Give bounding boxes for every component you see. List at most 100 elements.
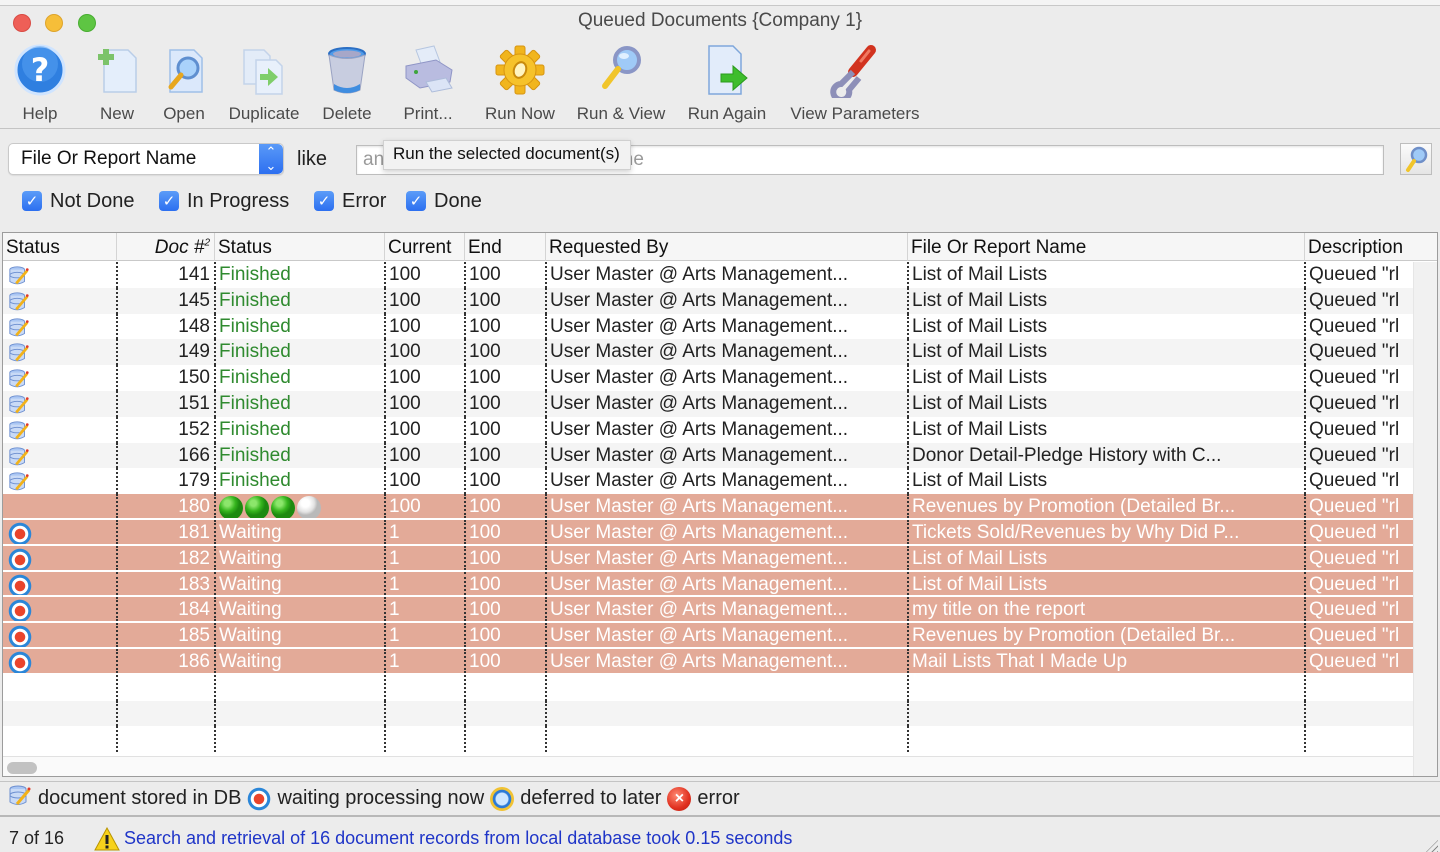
search-button[interactable] <box>1400 143 1432 175</box>
cell-description: Queued "rl <box>1304 442 1413 469</box>
print-button[interactable]: Print... <box>398 42 458 126</box>
database-pencil-icon <box>8 368 30 390</box>
cell-current: 100 <box>384 262 464 288</box>
cell-description: Queued "rl <box>1304 545 1413 570</box>
table-row[interactable]: 145 Finished 100 100 User Master @ Arts Mana… <box>3 287 1413 314</box>
queued-documents-window: Queued Documents {Company 1} ? Help New … <box>0 6 1440 852</box>
cell-file: Revenues by Promotion (Detailed Br... <box>907 623 1304 647</box>
column-header-description[interactable]: Description <box>1304 233 1437 261</box>
checkbox-done[interactable]: ✓ Done <box>406 189 482 213</box>
legend-bar: document stored in DB waiting processing… <box>0 781 1440 817</box>
table-row[interactable]: 183 Waiting 1 100 User Master @ Arts Managem… <box>3 571 1413 598</box>
table-row[interactable]: 182 Waiting 1 100 User Master @ Arts Managem… <box>3 545 1413 572</box>
status-bar: 7 of 16 Search and retrieval of 16 docum… <box>0 819 1440 852</box>
cell-file: List of Mail Lists <box>907 571 1304 596</box>
table-row[interactable]: 180 100 100 User Master @ Arts Management..… <box>3 494 1413 520</box>
resize-grip[interactable] <box>1422 840 1438 852</box>
table-row[interactable]: 141 Finished 100 100 User Master @ Arts Mana… <box>3 262 1413 288</box>
table-row[interactable]: 148 Finished 100 100 User Master @ Arts Mana… <box>3 313 1413 340</box>
status-message: Search and retrieval of 16 document reco… <box>124 828 793 848</box>
cell-current: 100 <box>384 416 464 443</box>
empty-table-row <box>3 726 1413 753</box>
documents-table: Status Doc #2 Status Current End Request… <box>2 232 1438 777</box>
column-header-file[interactable]: File Or Report Name <box>907 233 1304 261</box>
status-icon-cell <box>3 494 116 518</box>
progress-dot-pending <box>297 496 321 518</box>
cell-requested-by: User Master @ Arts Management... <box>545 571 907 596</box>
column-header-status[interactable]: Status <box>214 233 384 261</box>
run-again-button[interactable]: Run Again <box>684 42 770 126</box>
empty-cell <box>907 700 1304 727</box>
table-row[interactable]: 151 Finished 100 100 User Master @ Arts Mana… <box>3 390 1413 417</box>
cell-status: Finished <box>214 442 384 469</box>
table-row[interactable]: 186 Waiting 1 100 User Master @ Arts Managem… <box>3 648 1413 675</box>
table-row[interactable]: 149 Finished 100 100 User Master @ Arts Mana… <box>3 339 1413 366</box>
table-row[interactable]: 179 Finished 100 100 User Master @ Arts Mana… <box>3 468 1413 495</box>
checkbox-error[interactable]: ✓ Error <box>314 189 386 213</box>
status-icon-cell <box>3 546 116 570</box>
table-row[interactable]: 185 Waiting 1 100 User Master @ Arts Managem… <box>3 623 1413 649</box>
column-header-end[interactable]: End <box>464 233 545 261</box>
cell-end: 100 <box>464 390 545 417</box>
duplicate-button[interactable]: Duplicate <box>224 42 304 126</box>
cell-file: my title on the report <box>907 597 1304 622</box>
help-button[interactable]: ? Help <box>12 42 68 126</box>
printer-icon <box>400 42 456 98</box>
empty-cell <box>464 700 545 727</box>
table-row[interactable]: 150 Finished 100 100 User Master @ Arts Mana… <box>3 365 1413 391</box>
empty-cell <box>545 700 907 727</box>
empty-cell <box>116 726 214 753</box>
empty-cell <box>464 674 545 701</box>
column-header-requested-by[interactable]: Requested By <box>545 233 907 261</box>
cell-status: Finished <box>214 468 384 495</box>
field-select[interactable]: File Or Report Name ⌃ ⌄ <box>8 143 284 175</box>
cell-file: List of Mail Lists <box>907 339 1304 366</box>
scrollbar-thumb[interactable] <box>7 762 37 774</box>
table-row[interactable]: 184 Waiting 1 100 User Master @ Arts Managem… <box>3 597 1413 624</box>
help-icon: ? <box>12 42 68 98</box>
cell-end: 100 <box>464 339 545 366</box>
cell-description: Queued "rl <box>1304 571 1413 596</box>
database-pencil-icon <box>8 446 30 468</box>
cell-file: List of Mail Lists <box>907 313 1304 340</box>
vertical-scrollbar[interactable] <box>1413 262 1437 776</box>
open-button[interactable]: Open <box>158 42 210 126</box>
column-header-doc[interactable]: Doc #2 <box>116 233 214 261</box>
cell-status: Finished <box>214 262 384 288</box>
delete-button[interactable]: Delete <box>318 42 376 126</box>
cell-current: 100 <box>384 442 464 469</box>
table-row[interactable]: 166 Finished 100 100 User Master @ Arts Mana… <box>3 442 1413 469</box>
cell-current: 1 <box>384 545 464 570</box>
table-row[interactable]: 152 Finished 100 100 User Master @ Arts Mana… <box>3 416 1413 443</box>
magnifier-icon <box>1406 146 1428 172</box>
column-header-status-icon[interactable]: Status <box>3 233 116 261</box>
checkbox-not-done[interactable]: ✓ Not Done <box>22 189 135 213</box>
status-icon-cell <box>3 597 116 622</box>
waiting-icon <box>247 786 272 811</box>
empty-cell <box>3 675 116 701</box>
cell-requested-by: User Master @ Arts Management... <box>545 416 907 443</box>
empty-table-row <box>3 700 1413 727</box>
status-icon-cell <box>3 365 116 391</box>
legend-item-db: document stored in DB <box>8 784 241 814</box>
cell-status: Finished <box>214 313 384 340</box>
horizontal-scrollbar[interactable] <box>3 756 1413 776</box>
filter-row: File Or Report Name ⌃ ⌄ like <box>0 136 1440 180</box>
empty-cell <box>384 726 464 753</box>
tooltip: Run the selected document(s) <box>383 140 631 170</box>
magnifier-icon <box>593 42 649 98</box>
cell-end: 100 <box>464 519 545 544</box>
table-row[interactable]: 181 Waiting 1 100 User Master @ Arts Managem… <box>3 519 1413 546</box>
run-and-view-button[interactable]: Run & View <box>572 42 670 126</box>
column-header-current[interactable]: Current <box>384 233 464 261</box>
cell-end: 100 <box>464 648 545 673</box>
cell-current: 1 <box>384 519 464 544</box>
checkbox-in-progress[interactable]: ✓ In Progress <box>159 189 289 213</box>
chevron-updown-icon: ⌃ ⌄ <box>259 144 283 174</box>
view-parameters-button[interactable]: View Parameters <box>784 42 926 126</box>
progress-cell <box>214 494 384 518</box>
cell-requested-by: User Master @ Arts Management... <box>545 339 907 366</box>
new-button[interactable]: New <box>90 42 144 126</box>
status-icon-cell <box>3 443 116 469</box>
run-now-button[interactable]: Run Now <box>482 42 558 126</box>
